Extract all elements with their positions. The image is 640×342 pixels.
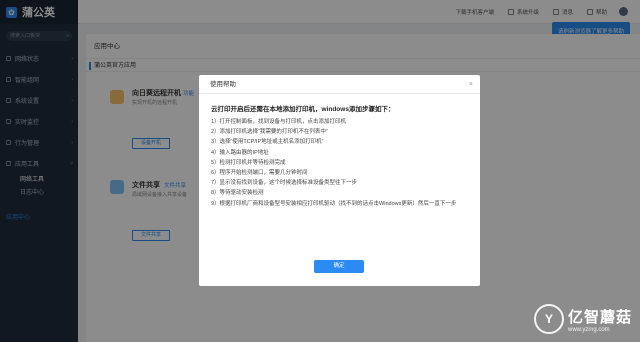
step-item: 3）选择“使用TCP/IP地址或主机名添加打印机” [211, 139, 324, 146]
watermark-name: 亿智蘑菇 [567, 308, 632, 326]
step-item: 6）程序开始检测端口，需要几分钟时间 [211, 170, 308, 177]
step-item: 1）打开控制面板，找到设备与打印机，点击添加打印机 [211, 119, 347, 125]
step-item: 5）检测打印机并等待检测完成 [211, 159, 286, 166]
step-item: 4）输入路由器的IP地址 [211, 149, 269, 156]
dialog-body: 云打印开启后还需在本地添加打印机，windows添加步骤如下： 1）打开控制面板… [199, 94, 480, 209]
dialog-header: 使用帮助 × [199, 75, 480, 94]
watermark: Y 亿智蘑菇 www.yzmg.com [533, 304, 632, 334]
close-icon[interactable]: × [469, 75, 473, 94]
step-item: 8）等待驱动安装检测 [211, 190, 264, 197]
watermark-text: 亿智蘑菇 www.yzmg.com [568, 306, 632, 333]
ok-button[interactable]: 确定 [314, 260, 364, 273]
step-item: 7）显示没有找到设备，这个时候选择标准设备类型往下一步 [211, 180, 358, 187]
watermark-logo-icon: Y [533, 304, 564, 334]
step-item: 9）根据打印机厂商和设备型号安装相应打印机驱动（找不到的话点击Windows更新… [211, 200, 457, 207]
dialog-title: 使用帮助 [210, 81, 236, 88]
dialog-intro: 云打印开启后还需在本地添加打印机，windows添加步骤如下： [211, 106, 395, 113]
help-dialog: 使用帮助 × 云打印开启后还需在本地添加打印机，windows添加步骤如下： 1… [199, 75, 480, 286]
step-item: 2）添加打印机选择“我需要的打印机不在列表中” [211, 129, 328, 136]
watermark-url: www.yzmg.com [567, 326, 610, 333]
